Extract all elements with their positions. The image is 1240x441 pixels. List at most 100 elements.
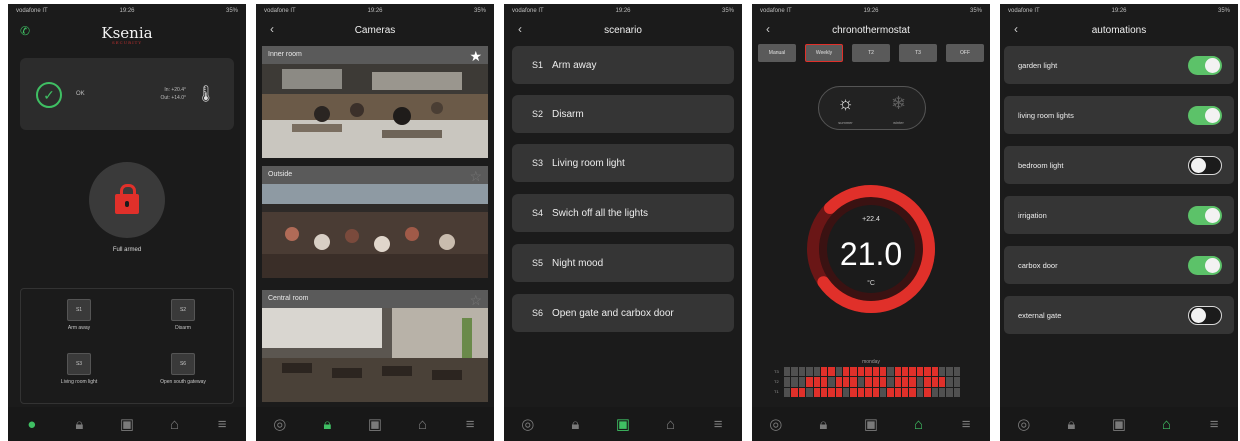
schedule-cell[interactable]: [938, 387, 946, 397]
schedule-cell[interactable]: [835, 367, 842, 377]
schedule-cell[interactable]: [865, 377, 872, 387]
schedule-cell[interactable]: [909, 377, 916, 387]
tab-home-icon[interactable]: ⌂: [908, 413, 930, 435]
schedule-cell[interactable]: [887, 367, 894, 377]
schedule-cell[interactable]: [909, 367, 916, 377]
schedule-cell[interactable]: [872, 387, 879, 397]
schedule-cell[interactable]: [843, 387, 850, 397]
schedule-cell[interactable]: [784, 367, 791, 377]
back-arrow-icon[interactable]: ‹: [766, 22, 770, 36]
schedule-cell[interactable]: [828, 377, 835, 387]
tab-camera-icon[interactable]: ▣: [1108, 413, 1130, 435]
system-status-card[interactable]: ✓ OK In: +20.4° Out: +14.0° 🌡: [20, 58, 234, 130]
star-filled-icon[interactable]: ★: [469, 48, 482, 65]
schedule-cell[interactable]: [946, 377, 953, 387]
schedule-cell[interactable]: [850, 377, 857, 387]
schedule-cell[interactable]: [798, 377, 806, 387]
schedule-cell[interactable]: [806, 367, 813, 377]
schedule-cell[interactable]: [924, 377, 931, 387]
tab-lock-icon[interactable]: 🔒︎: [316, 413, 338, 435]
tab-menu-icon[interactable]: ≡: [211, 413, 233, 435]
mode-t2-button[interactable]: T2: [852, 44, 890, 62]
automation-toggle[interactable]: [1188, 256, 1222, 275]
tab-menu-icon[interactable]: ≡: [1203, 413, 1225, 435]
star-outline-icon[interactable]: ☆: [469, 168, 482, 185]
schedule-cell[interactable]: [872, 377, 879, 387]
automation-toggle[interactable]: [1188, 206, 1222, 225]
schedule-cell[interactable]: [843, 377, 850, 387]
schedule-cell[interactable]: [924, 387, 931, 397]
tab-camera-icon[interactable]: ▣: [860, 413, 882, 435]
schedule-cell[interactable]: [813, 377, 820, 387]
schedule-cell[interactable]: [850, 387, 857, 397]
schedule-cell[interactable]: [894, 387, 901, 397]
tab-home-icon[interactable]: ⌂: [412, 413, 434, 435]
schedule-cell[interactable]: [857, 377, 865, 387]
mode-off-button[interactable]: OFF: [946, 44, 984, 62]
scenario-button[interactable]: S4 Swich off all the lights: [512, 194, 734, 232]
mode-manual-button[interactable]: Manual: [758, 44, 796, 62]
schedule-cell[interactable]: [872, 367, 879, 377]
scenario-shortcut[interactable]: S2 Disarm: [133, 299, 233, 332]
tab-lock-icon[interactable]: 🔒︎: [1060, 413, 1082, 435]
schedule-cell[interactable]: [820, 387, 828, 397]
schedule-cell[interactable]: [828, 387, 835, 397]
schedule-cell[interactable]: [857, 367, 865, 377]
schedule-cell[interactable]: [791, 367, 798, 377]
automation-row[interactable]: bedroom light: [1004, 146, 1234, 184]
schedule-cell[interactable]: [784, 377, 791, 387]
back-arrow-icon[interactable]: ‹: [270, 22, 274, 36]
arm-button[interactable]: [89, 162, 165, 238]
tab-lock-icon[interactable]: 🔒︎: [564, 413, 586, 435]
automation-row[interactable]: irrigation: [1004, 196, 1234, 234]
schedule-cell[interactable]: [820, 377, 828, 387]
schedule-cell[interactable]: [931, 377, 938, 387]
scenario-button[interactable]: S3 Living room light: [512, 144, 734, 182]
schedule-cell[interactable]: [938, 367, 946, 377]
automation-toggle[interactable]: [1188, 56, 1222, 75]
schedule-cell[interactable]: [894, 367, 901, 377]
scenario-shortcut[interactable]: S3 Living room light: [29, 353, 129, 386]
schedule-cell[interactable]: [813, 367, 820, 377]
schedule-cell[interactable]: [902, 387, 909, 397]
schedule-cell[interactable]: [865, 387, 872, 397]
automation-row[interactable]: garden light: [1004, 46, 1234, 84]
tab-camera-icon[interactable]: ▣: [116, 413, 138, 435]
automation-row[interactable]: external gate: [1004, 296, 1234, 334]
mode-weekly-button[interactable]: Weekly: [805, 44, 843, 62]
tab-menu-icon[interactable]: ≡: [955, 413, 977, 435]
tab-home-icon[interactable]: ⌂: [1156, 413, 1178, 435]
scenario-button[interactable]: S2 Disarm: [512, 95, 734, 133]
automation-toggle[interactable]: [1188, 106, 1222, 125]
tab-status-icon[interactable]: ●: [21, 413, 43, 435]
scenario-button[interactable]: S5 Night mood: [512, 244, 734, 282]
schedule-cell[interactable]: [879, 377, 887, 387]
schedule-cell[interactable]: [953, 387, 960, 397]
scenario-shortcut[interactable]: S6 Open south gateway: [133, 353, 233, 386]
automation-row[interactable]: living room lights: [1004, 96, 1234, 134]
snowflake-icon[interactable]: ❄ winter: [872, 87, 925, 129]
season-toggle[interactable]: ☼ summer ❄ winter: [818, 86, 926, 130]
schedule-cell[interactable]: [820, 367, 828, 377]
schedule-cell[interactable]: [931, 367, 938, 377]
scenario-shortcut[interactable]: S1 Arm away: [29, 299, 129, 332]
schedule-cell[interactable]: [798, 367, 806, 377]
tab-status-icon[interactable]: ◎: [269, 413, 291, 435]
sun-icon[interactable]: ☼ summer: [819, 87, 872, 129]
tab-home-icon[interactable]: ⌂: [660, 413, 682, 435]
schedule-cell[interactable]: [894, 377, 901, 387]
schedule-cell[interactable]: [902, 377, 909, 387]
schedule-cell[interactable]: [806, 387, 813, 397]
schedule-cell[interactable]: [916, 377, 924, 387]
scenario-button[interactable]: S1 Arm away: [512, 46, 734, 84]
schedule-cell[interactable]: [806, 377, 813, 387]
schedule-cell[interactable]: [946, 387, 953, 397]
schedule-cell[interactable]: [791, 377, 798, 387]
scenario-button[interactable]: S6 Open gate and carbox door: [512, 294, 734, 332]
schedule-cell[interactable]: [902, 367, 909, 377]
star-outline-icon[interactable]: ☆: [469, 292, 482, 309]
schedule-cell[interactable]: [931, 387, 938, 397]
schedule-cell[interactable]: [953, 367, 960, 377]
camera-tile[interactable]: Inner room ★: [262, 46, 488, 158]
tab-home-icon[interactable]: ⌂: [164, 413, 186, 435]
